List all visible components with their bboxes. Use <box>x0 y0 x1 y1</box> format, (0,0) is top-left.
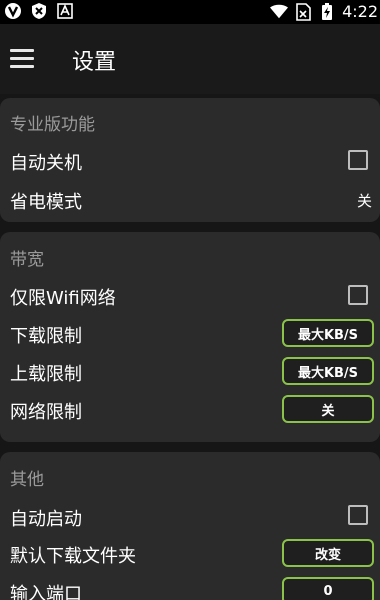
auto-shutdown-checkbox[interactable] <box>348 150 368 170</box>
shield-icon <box>30 2 48 20</box>
hamburger-menu-icon[interactable] <box>8 44 36 72</box>
status-bar: 4:22 <box>0 0 380 24</box>
upload-limit-button[interactable]: 最大KB/S <box>282 357 374 385</box>
status-left-icons <box>4 2 74 20</box>
row-label-default-download-folder: 默认下载文件夹 <box>10 546 136 567</box>
wifi-only-checkbox[interactable] <box>348 285 368 305</box>
section-pro-features: 专业版功能 自动关机 省电模式 关 <box>0 98 380 222</box>
input-port-button[interactable]: 0 <box>282 577 374 600</box>
battery-icon <box>318 2 336 21</box>
change-folder-button[interactable]: 改变 <box>282 539 374 567</box>
auto-start-checkbox[interactable] <box>348 505 368 525</box>
status-time: 4:22 <box>342 2 378 21</box>
status-right-icons: 4:22 <box>270 2 378 21</box>
section-bandwidth: 带宽 仅限Wifi网络 下载限制 最大KB/S 上载限制 最大KB/S 网络限制… <box>0 232 380 442</box>
app-bar: 设置 <box>0 24 380 94</box>
app-icon <box>4 2 22 20</box>
power-saving-value[interactable]: 关 <box>357 190 372 211</box>
row-label-wifi-only: 仅限Wifi网络 <box>10 288 116 309</box>
page-title: 设置 <box>72 50 117 75</box>
row-label-power-saving: 省电模式 <box>10 192 82 213</box>
row-label-auto-start: 自动启动 <box>10 509 82 530</box>
row-label-upload-limit: 上载限制 <box>10 364 82 385</box>
no-sim-icon <box>294 2 312 21</box>
text-icon <box>56 2 74 20</box>
section-title: 带宽 <box>10 250 44 270</box>
section-title: 专业版功能 <box>10 115 95 135</box>
network-limit-button[interactable]: 关 <box>282 395 374 423</box>
download-limit-button[interactable]: 最大KB/S <box>282 319 374 347</box>
section-title: 其他 <box>10 470 44 490</box>
row-label-download-limit: 下载限制 <box>10 326 82 347</box>
row-label-auto-shutdown: 自动关机 <box>10 153 82 174</box>
wifi-icon <box>270 3 289 21</box>
row-label-network-limit: 网络限制 <box>10 402 82 423</box>
row-label-input-port: 输入端口 <box>10 584 82 600</box>
section-other: 其他 自动启动 默认下载文件夹 改变 输入端口 0 <box>0 452 380 600</box>
